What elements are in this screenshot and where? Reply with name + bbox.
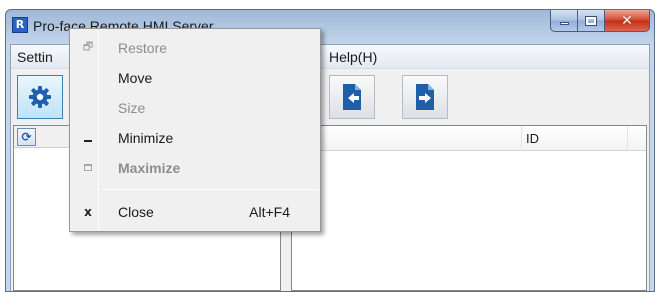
menu-item-label: Minimize bbox=[118, 130, 174, 146]
minimize-icon bbox=[80, 123, 96, 152]
maximize-icon bbox=[585, 15, 597, 26]
close-icon: x bbox=[84, 204, 92, 219]
export-toolbar-button[interactable] bbox=[402, 75, 448, 119]
menu-item-close[interactable]: x Close Alt+F4 bbox=[72, 197, 318, 226]
system-context-menu: 🗗 Restore Move Size Minimize Maximize x … bbox=[69, 28, 321, 232]
menu-help[interactable]: Help(H) bbox=[329, 49, 377, 65]
menu-item-label: Move bbox=[118, 70, 153, 86]
menu-settings[interactable]: Settin bbox=[17, 49, 53, 65]
menu-item-label: Size bbox=[118, 100, 146, 116]
maximize-icon bbox=[80, 153, 96, 182]
restore-icon: 🗗 bbox=[82, 40, 94, 53]
column-header-id[interactable]: ID bbox=[522, 126, 628, 151]
menu-item-minimize[interactable]: Minimize bbox=[72, 123, 318, 152]
minimize-icon bbox=[559, 22, 569, 25]
menu-item-move[interactable]: Move bbox=[72, 63, 318, 92]
column-header-ent[interactable]: ent bbox=[292, 126, 522, 151]
caption-buttons: ✕ bbox=[550, 10, 650, 32]
app-icon[interactable]: R bbox=[12, 17, 28, 33]
menu-item-shortcut: Alt+F4 bbox=[249, 204, 290, 220]
menu-item-label: Restore bbox=[118, 40, 168, 56]
settings-toolbar-button[interactable] bbox=[17, 75, 63, 119]
minimize-button[interactable] bbox=[550, 10, 578, 32]
import-file-icon bbox=[343, 84, 361, 110]
maximize-button[interactable] bbox=[578, 10, 605, 32]
menu-item-restore[interactable]: 🗗 Restore bbox=[72, 33, 318, 62]
close-button[interactable]: ✕ bbox=[605, 10, 650, 32]
menu-separator bbox=[102, 189, 318, 190]
import-toolbar-button[interactable] bbox=[329, 75, 375, 119]
export-file-icon bbox=[416, 84, 434, 110]
refresh-icon: ⟳ bbox=[21, 130, 32, 144]
gear-icon bbox=[29, 86, 51, 108]
menu-item-maximize[interactable]: Maximize bbox=[72, 153, 318, 182]
client-list-pane[interactable]: ent ID bbox=[291, 125, 647, 291]
list-header: ent ID bbox=[292, 126, 646, 151]
close-icon: ✕ bbox=[621, 12, 633, 29]
menu-item-label: Close bbox=[118, 204, 154, 220]
menu-item-size[interactable]: Size bbox=[72, 93, 318, 122]
refresh-button[interactable]: ⟳ bbox=[17, 128, 36, 146]
menu-item-label: Maximize bbox=[118, 160, 181, 176]
